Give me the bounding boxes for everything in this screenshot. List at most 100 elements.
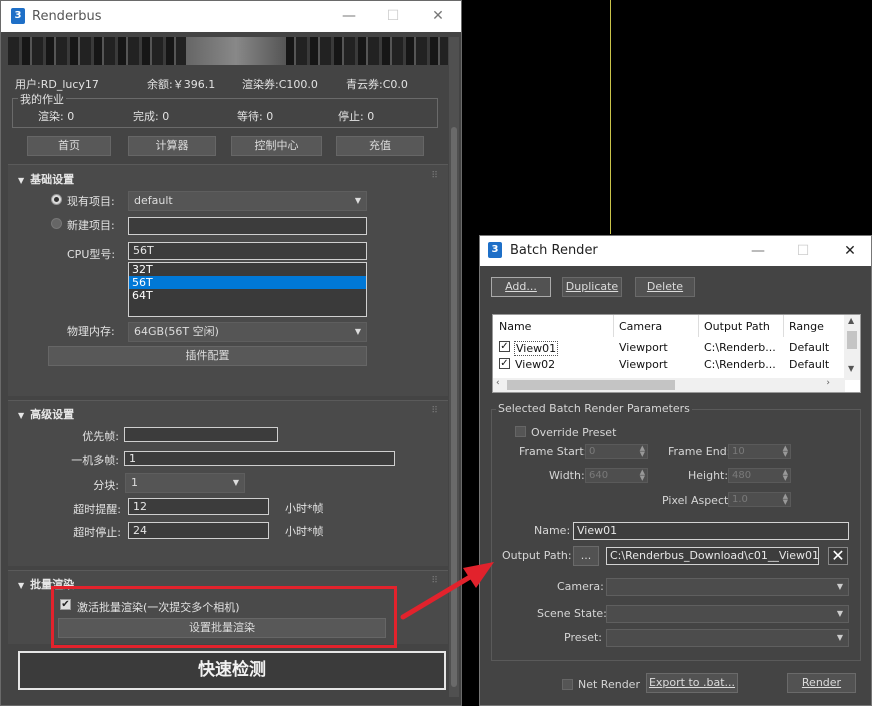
frame-start-spinner[interactable]: 0 ▲ ▼ xyxy=(585,444,648,459)
grip-icon: ⠿ xyxy=(431,576,438,586)
basic-settings-title[interactable]: ▼ 基础设置 xyxy=(18,171,74,187)
timeout-stop-label: 超时停止: xyxy=(73,526,121,539)
output-path-input[interactable]: C:\Renderbus_Download\c01__View01.tga xyxy=(606,547,819,565)
table-cell-range: Default xyxy=(789,341,830,354)
timeout-warn-input[interactable]: 12 xyxy=(128,498,269,515)
priority-frame-input[interactable] xyxy=(124,427,278,442)
nav-calculator-button[interactable]: 计算器 xyxy=(128,136,216,156)
height-spinner[interactable]: 480 ▲ ▼ xyxy=(728,468,791,483)
column-header-camera[interactable]: Camera xyxy=(619,320,662,333)
advanced-settings-title[interactable]: ▼ 高级设置 xyxy=(18,406,74,422)
multi-frame-input[interactable]: 1 xyxy=(124,451,395,466)
renderbus-scrollbar[interactable] xyxy=(449,37,459,697)
scroll-up-icon[interactable]: ▲ xyxy=(848,316,854,325)
override-preset-label: Override Preset xyxy=(531,426,617,439)
memory-label: 物理内存: xyxy=(67,325,115,338)
collapse-arrow-icon: ▼ xyxy=(18,176,25,185)
jobs-waiting: 等待: 0 xyxy=(237,110,274,123)
override-preset-checkbox[interactable] xyxy=(515,426,526,437)
table-cell-range: Default xyxy=(789,358,830,371)
close-icon[interactable]: ✕ xyxy=(426,7,450,25)
pixel-aspect-spinner[interactable]: 1.0 ▲ ▼ xyxy=(728,492,791,507)
collapse-arrow-icon: ▼ xyxy=(18,411,25,420)
scene-state-select[interactable]: ▼ xyxy=(606,605,849,623)
batch-views-table: Name Camera Output Path Range ✓ View01 V… xyxy=(492,314,861,393)
cpu-option[interactable]: 32T xyxy=(129,263,366,276)
row-checkbox[interactable]: ✓ xyxy=(499,358,510,369)
frame-end-spinner[interactable]: 10 ▲ ▼ xyxy=(728,444,791,459)
spinner-arrows-icon: ▲ ▼ xyxy=(639,468,645,482)
delete-button[interactable]: Delete xyxy=(635,277,695,297)
nav-home-button[interactable]: 首页 xyxy=(27,136,111,156)
existing-project-select[interactable]: default ▼ xyxy=(128,191,367,211)
dropdown-arrow-icon: ▼ xyxy=(836,633,843,642)
minimize-icon[interactable]: — xyxy=(337,7,361,25)
viewport-guide-line xyxy=(610,0,611,234)
batch-render-title: Batch Render xyxy=(510,243,598,258)
row-checkbox[interactable]: ✓ xyxy=(499,341,510,352)
timeout-warn-label: 超时提醒: xyxy=(73,503,121,516)
cpu-options-list: 32T 56T 64T xyxy=(128,262,367,317)
table-vertical-scrollbar[interactable]: ▲ ▼ xyxy=(844,315,860,380)
existing-project-radio[interactable] xyxy=(51,194,62,205)
banner-image xyxy=(8,37,448,65)
render-button[interactable]: Render xyxy=(787,673,856,693)
width-spinner[interactable]: 640 ▲ ▼ xyxy=(585,468,648,483)
nav-recharge-button[interactable]: 充值 xyxy=(336,136,424,156)
column-header-range[interactable]: Range xyxy=(789,320,824,333)
add-button[interactable]: Add... xyxy=(491,277,551,297)
spinner-arrows-icon: ▲ ▼ xyxy=(782,468,788,482)
batch-render-window: 3 Batch Render — ☐ ✕ Add... Duplicate De… xyxy=(479,235,872,706)
scrollbar-thumb[interactable] xyxy=(451,127,457,687)
clear-output-icon[interactable]: ✕ xyxy=(828,547,848,565)
table-cell-name[interactable]: View02 xyxy=(515,358,555,371)
duplicate-button[interactable]: Duplicate xyxy=(562,277,622,297)
table-cell-name[interactable]: View01 xyxy=(514,341,559,356)
table-cell-camera: Viewport xyxy=(619,341,668,354)
new-project-label: 新建项目: xyxy=(67,219,115,232)
net-render-checkbox[interactable] xyxy=(562,679,573,690)
dropdown-arrow-icon: ▼ xyxy=(232,478,239,487)
nav-control-center-button[interactable]: 控制中心 xyxy=(231,136,322,156)
jobs-stopped: 停止: 0 xyxy=(338,110,375,123)
grip-icon: ⠿ xyxy=(431,406,438,416)
table-cell-camera: Viewport xyxy=(619,358,668,371)
cpu-option[interactable]: 64T xyxy=(129,289,366,302)
column-header-name[interactable]: Name xyxy=(499,320,531,333)
preset-label: Preset: xyxy=(564,631,603,644)
maximize-icon: ☐ xyxy=(796,243,810,259)
scroll-left-icon[interactable]: ‹ xyxy=(496,378,500,388)
timeout-stop-input[interactable]: 24 xyxy=(128,522,269,539)
scroll-right-icon[interactable]: › xyxy=(826,378,830,388)
column-header-output-path[interactable]: Output Path xyxy=(704,320,770,333)
grip-icon: ⠿ xyxy=(431,171,438,181)
maximize-icon: ☐ xyxy=(386,8,400,24)
name-input[interactable]: View01 xyxy=(573,522,849,540)
scroll-down-icon[interactable]: ▼ xyxy=(848,364,854,373)
preset-select[interactable]: ▼ xyxy=(606,629,849,647)
memory-select[interactable]: 64GB(56T 空闲) ▼ xyxy=(128,322,367,342)
table-horizontal-scrollbar[interactable]: ‹ › xyxy=(493,378,845,392)
existing-project-label: 现有项目: xyxy=(67,195,115,208)
browse-output-button[interactable]: ... xyxy=(573,546,599,566)
camera-select[interactable]: ▼ xyxy=(606,578,849,596)
cpu-input[interactable]: 56T xyxy=(128,242,367,260)
user-label: 用户:RD_lucy17 xyxy=(15,78,99,91)
timeout-warn-unit: 小时*帧 xyxy=(285,502,324,515)
export-bat-button[interactable]: Export to .bat... xyxy=(646,673,738,693)
renderbus-titlebar: 3 Renderbus — ☐ ✕ xyxy=(1,1,461,32)
render-coupon-label: 渲染券:C100.0 xyxy=(242,78,318,91)
output-path-label: Output Path: xyxy=(502,549,572,562)
scrollbar-thumb[interactable] xyxy=(507,380,675,390)
new-project-radio[interactable] xyxy=(51,218,62,229)
new-project-input[interactable] xyxy=(128,217,367,235)
plugin-config-button[interactable]: 插件配置 xyxy=(48,346,367,366)
minimize-icon[interactable]: — xyxy=(746,242,770,260)
scrollbar-thumb[interactable] xyxy=(847,331,857,349)
quick-check-button[interactable]: 快速检测 xyxy=(18,651,446,690)
renderbus-app-icon: 3 xyxy=(11,8,25,24)
close-icon[interactable]: ✕ xyxy=(838,242,862,260)
dropdown-arrow-icon: ▼ xyxy=(354,327,361,336)
block-select[interactable]: 1 ▼ xyxy=(125,473,245,493)
cpu-option-selected[interactable]: 56T xyxy=(129,276,366,289)
